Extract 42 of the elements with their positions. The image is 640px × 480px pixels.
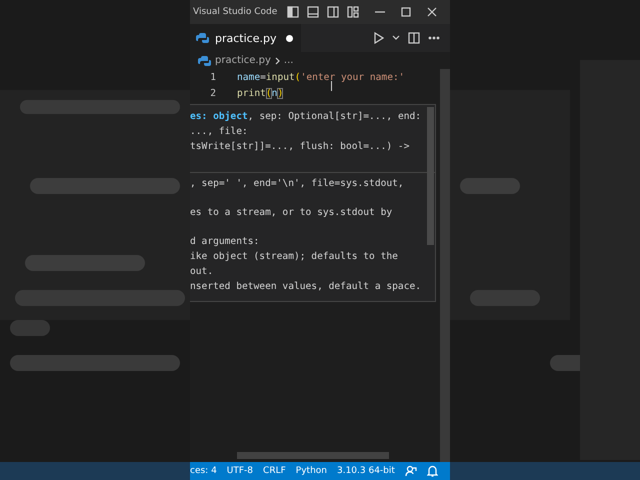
status-item[interactable]: Python (296, 466, 327, 476)
doc-line: ike object (stream); defaults to the (190, 250, 399, 264)
customize-layout-icon[interactable] (347, 6, 360, 18)
toggle-secondary-sidebar-icon[interactable] (327, 6, 340, 18)
scrollbar-thumb[interactable] (237, 452, 389, 459)
breadcrumb-item[interactable]: practice.py (215, 55, 271, 66)
status-item[interactable]: UTF-8 (226, 466, 254, 476)
editor-tab[interactable]: practice.py (190, 24, 302, 52)
line-number: 2 (209, 88, 216, 98)
maximize-icon[interactable] (401, 7, 412, 17)
signature-line: tsWrite[str]]=..., flush: bool=...) -> (190, 140, 410, 154)
chevron-icon (274, 56, 280, 64)
breadcrumb-item[interactable]: ... (284, 55, 294, 66)
caret-icon[interactable] (392, 35, 400, 41)
doc-line: es to a stream, or to sys.stdout by (190, 206, 394, 220)
toggle-sidebar-icon[interactable] (287, 6, 300, 18)
tab-label[interactable]: practice.py (215, 32, 276, 44)
status-item[interactable]: ces: 4 (190, 466, 217, 476)
split-editor-icon[interactable] (408, 32, 420, 44)
toggle-panel-icon[interactable] (307, 6, 320, 18)
status-item[interactable]: 3.10.3 64-bit (336, 466, 395, 476)
signature-line: es: object, sep: Optional[str]=..., end: (190, 110, 422, 124)
close-icon[interactable] (427, 7, 438, 17)
more-icon[interactable] (428, 36, 440, 40)
scrollbar-thumb[interactable] (427, 107, 434, 245)
code-line: print(n) (237, 88, 284, 98)
code-line: name=input('enter your name:' (237, 72, 405, 82)
doc-line: out. (190, 265, 214, 279)
run-icon[interactable] (374, 32, 384, 44)
python-file-icon (196, 32, 209, 44)
doc-line: d arguments: (190, 235, 260, 249)
modified-dot-icon (286, 34, 294, 42)
doc-line: , sep=' ', end='\n', file=sys.stdout, (190, 177, 405, 191)
line-number: 1 (209, 72, 216, 82)
window-title: Visual Studio Code (193, 7, 278, 17)
doc-line: nserted between values, default a space. (190, 280, 422, 294)
python-file-icon (198, 54, 211, 66)
signature-line: ..., file: (190, 125, 249, 139)
text-cursor-icon (331, 81, 332, 91)
status-item[interactable]: CRLF (263, 466, 286, 476)
feedback-icon[interactable] (404, 465, 417, 477)
bell-icon[interactable] (426, 465, 438, 477)
